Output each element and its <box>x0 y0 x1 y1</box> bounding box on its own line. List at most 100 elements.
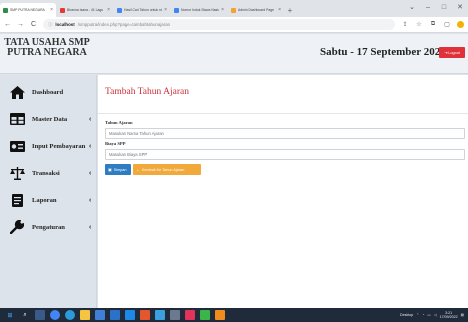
tab-close-icon[interactable]: × <box>164 7 167 13</box>
logout-icon: ⇥ <box>444 51 448 55</box>
store-icon[interactable] <box>95 310 105 320</box>
save-button[interactable]: ▣ Simpan <box>105 164 131 175</box>
back-label: Kembali Ke Tahun Ajaran <box>141 167 185 172</box>
sidebar-item-master-data[interactable]: Master Data ‹ <box>0 106 97 132</box>
browser-tab[interactable]: Bhanna Isana - 41 Lagu × <box>57 3 113 17</box>
photos-icon[interactable] <box>155 310 165 320</box>
network-icon[interactable]: ◔ <box>422 313 424 317</box>
notification-icon[interactable]: ▤ <box>461 313 464 317</box>
chevron-left-icon: ‹ <box>89 115 92 123</box>
office-icon[interactable] <box>140 310 150 320</box>
tab-favicon-icon <box>174 7 179 13</box>
browser-tab[interactable]: SMP PUTRA NEGARA × <box>0 3 56 17</box>
sidebar-item-dashboard[interactable]: Dashboard <box>0 79 97 105</box>
maximize-icon[interactable]: □ <box>436 0 452 14</box>
biaya-spp-label: Biaya SPP <box>105 141 126 146</box>
browser-tab[interactable]: Hasil Cari Tahun untuk nis × <box>114 3 170 17</box>
sidebar-item-transaksi[interactable]: Transaksi ‹ <box>0 160 97 186</box>
os-taskbar: ⊞ ⌕ Desktop ⌃ ◔ ▭ ◁ 3:21 17/09/2022 ▤ <box>0 308 468 322</box>
bookmark-star-icon[interactable]: ☆ <box>415 21 423 28</box>
extensions-icon[interactable]: ⧉ <box>429 21 437 28</box>
sidebar: Dashboard Master Data ‹ Input Pembayaran… <box>0 75 97 308</box>
xampp-icon[interactable] <box>215 310 225 320</box>
chevron-left-icon: ‹ <box>89 196 92 204</box>
search-icon[interactable]: ⌕ <box>20 310 30 320</box>
tab-title: Hasil Cari Tahun untuk nis <box>124 8 163 12</box>
minimize-icon[interactable]: – <box>420 0 436 14</box>
chrome-icon[interactable] <box>50 310 60 320</box>
file-explorer-icon[interactable] <box>80 310 90 320</box>
sidebar-item-input-pembayaran[interactable]: Input Pembayaran ‹ <box>0 133 97 159</box>
url-field[interactable]: ⓘ localhost/smpputra/index.php?page=tamb… <box>43 19 395 30</box>
sidebar-item-label: Dashboard <box>32 88 64 96</box>
tab-close-icon[interactable]: × <box>107 7 110 13</box>
tab-favicon-icon <box>3 7 8 13</box>
window-controls: ⌄ – □ ✕ <box>404 0 468 14</box>
settings-app-icon[interactable] <box>170 310 180 320</box>
sidebar-item-label: Transaksi <box>32 169 60 177</box>
sidebar-panel-icon[interactable]: ▢ <box>443 21 451 28</box>
tab-close-icon[interactable]: × <box>221 7 224 13</box>
volume-icon[interactable]: ◁ <box>434 313 437 317</box>
profile-avatar-icon[interactable] <box>457 21 464 28</box>
share-icon[interactable]: ⇪ <box>401 21 409 28</box>
tab-favicon-icon <box>60 7 65 13</box>
tray-chevron-icon[interactable]: ⌃ <box>416 313 419 317</box>
url-path: /smpputra/index.php?page=tambahtahunajar… <box>77 22 171 27</box>
tab-title: Admin Dashboard Page <box>238 8 275 12</box>
sidebar-item-label: Laporan <box>32 196 57 204</box>
music-app-icon[interactable] <box>185 310 195 320</box>
home-icon <box>9 85 25 99</box>
tab-title: Nomor Induk Siswa Nasional <box>181 8 219 12</box>
sidebar-item-label: Pengaturan <box>32 223 65 231</box>
arrow-left-icon: ← <box>136 167 140 172</box>
game-app-icon[interactable] <box>200 310 210 320</box>
address-bar-row: ← → C ⓘ localhost/smpputra/index.php?pag… <box>0 17 468 33</box>
title-divider <box>98 113 468 114</box>
brand-title[interactable]: TATA USAHA SMP PUTRA NEGARA <box>4 38 90 58</box>
logout-button[interactable]: ⇥ Logout <box>439 47 465 58</box>
desktop-toolbar-label[interactable]: Desktop <box>400 313 413 317</box>
system-tray: Desktop ⌃ ◔ ▭ ◁ 3:21 17/09/2022 ▤ <box>400 308 464 322</box>
save-label: Simpan <box>113 167 127 172</box>
page-title: Tambah Tahun Ajaran <box>105 87 189 97</box>
vscode-icon[interactable] <box>125 310 135 320</box>
info-icon: ⓘ <box>48 21 53 27</box>
main-content: Tambah Tahun Ajaran Tahun Ajaran Biaya S… <box>98 75 468 308</box>
biaya-spp-input[interactable] <box>105 149 465 160</box>
start-windows-icon[interactable]: ⊞ <box>5 310 15 320</box>
tab-favicon-icon <box>231 7 236 13</box>
clock-date: 17/09/2022 <box>439 315 458 319</box>
chevron-left-icon: ‹ <box>89 142 92 150</box>
back-to-list-button[interactable]: ← Kembali Ke Tahun Ajaran <box>133 164 201 175</box>
browser-tab[interactable]: Admin Dashboard Page × <box>228 3 284 17</box>
tab-title: Bhanna Isana - 41 Lagu <box>67 8 104 12</box>
tab-close-icon[interactable]: × <box>50 7 53 13</box>
tab-search-icon[interactable]: ⌄ <box>404 0 420 14</box>
brand-line-2: PUTRA NEGARA <box>7 47 87 58</box>
browser-tab-strip: SMP PUTRA NEGARA × Bhanna Isana - 41 Lag… <box>0 0 468 17</box>
task-view-icon[interactable] <box>35 310 45 320</box>
edge-icon[interactable] <box>65 310 75 320</box>
current-date: Sabtu - 17 September 2022 <box>320 46 446 58</box>
sidebar-item-laporan[interactable]: Laporan ‹ <box>0 187 97 213</box>
forward-arrow-icon[interactable]: → <box>17 21 24 28</box>
tab-close-icon[interactable]: × <box>278 7 281 13</box>
tab-favicon-icon <box>117 7 122 13</box>
back-arrow-icon[interactable]: ← <box>4 21 11 28</box>
wrench-icon <box>9 220 25 234</box>
clock[interactable]: 3:21 17/09/2022 <box>440 311 458 319</box>
mail-icon[interactable] <box>110 310 120 320</box>
money-icon <box>9 139 25 153</box>
balance-scale-icon <box>9 166 25 180</box>
tahun-ajaran-input[interactable] <box>105 128 465 139</box>
new-tab-button[interactable]: + <box>285 3 295 17</box>
sidebar-item-label: Input Pembayaran <box>32 142 86 150</box>
reload-icon[interactable]: C <box>30 21 37 28</box>
table-icon <box>9 112 25 126</box>
battery-icon[interactable]: ▭ <box>427 313 430 317</box>
sidebar-item-pengaturan[interactable]: Pengaturan ‹ <box>0 214 97 240</box>
browser-tab[interactable]: Nomor Induk Siswa Nasional × <box>171 3 227 17</box>
chevron-left-icon: ‹ <box>89 223 92 231</box>
window-close-icon[interactable]: ✕ <box>452 0 468 14</box>
